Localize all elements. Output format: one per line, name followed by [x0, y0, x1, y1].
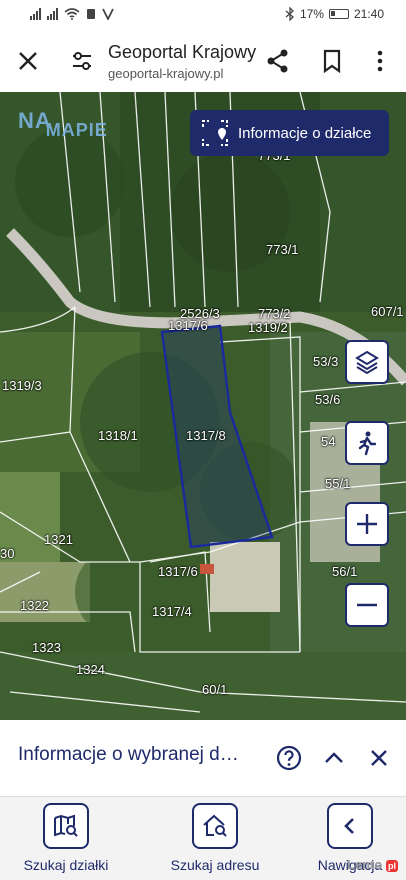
parcel-label: 1322 — [20, 598, 49, 613]
lento-watermark: Lento pl — [346, 857, 398, 872]
nav-search-parcel[interactable]: Szukaj działki — [1, 803, 131, 873]
site-settings-icon[interactable] — [68, 47, 96, 75]
parcel-label: 60/1 — [202, 682, 228, 697]
map-view[interactable]: NAMAPIE 773/1 773/1 607/1 2526/3 773/2 1… — [0, 92, 406, 720]
parcel-label: 1324 — [76, 662, 105, 677]
navigation-button[interactable] — [327, 803, 373, 849]
home-search-icon — [203, 814, 227, 837]
parcel-label: 1317/4 — [152, 604, 192, 619]
search-parcel-button[interactable] — [43, 803, 89, 849]
parcel-label: 773/1 — [266, 242, 299, 257]
parcel-label: 53/3 — [313, 354, 339, 369]
browser-toolbar: Geoportal Krajowy geoportal-krajowy.pl — [0, 30, 406, 92]
search-address-button[interactable] — [192, 803, 238, 849]
na-mapie-logo: NAMAPIE — [18, 108, 108, 140]
navigation-arrow-icon — [344, 818, 354, 834]
parcel-label: 1319/2 — [248, 320, 288, 335]
parcel-label: 1319/3 — [2, 378, 42, 393]
parcel-label: 1317/6 — [158, 564, 198, 579]
status-bar: 17% 21:40 — [0, 0, 406, 30]
sheet-title[interactable]: Informacje o wybranej działce — [18, 744, 248, 766]
sim-icon — [87, 9, 95, 19]
parcel-info-label: Informacje o działce — [238, 124, 372, 142]
plus-icon — [357, 514, 377, 534]
parcel-label: 55/1 — [325, 476, 351, 491]
nav-search-address[interactable]: Szukaj adresu — [150, 803, 280, 873]
parcel-info-button[interactable]: Informacje o działce — [190, 110, 389, 156]
street-view-button[interactable] — [345, 421, 389, 465]
bottom-navigation: Szukaj działki Szukaj adresu Nawigacja L… — [0, 796, 406, 880]
map-search-icon — [54, 814, 78, 837]
chevron-up-icon[interactable] — [320, 744, 348, 772]
parcel-label: 54 — [321, 434, 336, 449]
parcel-label: 56/1 — [332, 564, 358, 579]
satellite-map — [0, 92, 406, 720]
wifi-icon — [64, 8, 80, 20]
close-sheet-icon[interactable] — [365, 744, 393, 772]
parcel-label: 1317/6 — [168, 318, 208, 333]
battery-percent: 17% — [299, 7, 324, 21]
layers-button[interactable] — [345, 340, 389, 384]
layers-icon — [355, 350, 379, 375]
page-title: Geoportal Krajowy — [108, 42, 257, 62]
more-options-icon[interactable] — [366, 47, 394, 75]
help-icon[interactable] — [275, 744, 303, 772]
bluetooth-icon — [285, 7, 294, 21]
signal-icon-2 — [47, 8, 58, 20]
minus-icon — [357, 603, 377, 607]
signal-icon — [30, 8, 41, 20]
parcel-select-icon — [202, 120, 228, 146]
clock: 21:40 — [353, 7, 384, 21]
parcel-label: 1317/8 — [186, 428, 226, 443]
bookmark-icon[interactable] — [318, 47, 346, 75]
nav-label: Szukaj adresu — [170, 857, 260, 873]
parcel-label: 607/1 — [371, 304, 404, 319]
parcel-label: 1323 — [32, 640, 61, 655]
zoom-out-button[interactable] — [345, 583, 389, 627]
status-icons-left — [30, 8, 114, 20]
nav-label: Szukaj działki — [23, 857, 109, 873]
parcel-info-sheet: Informacje o wybranej działce — [0, 720, 406, 796]
notification-v-icon — [102, 8, 114, 20]
close-icon[interactable] — [14, 47, 42, 75]
parcel-label: 53/6 — [315, 392, 341, 407]
parcel-label: 1321 — [44, 532, 73, 547]
zoom-in-button[interactable] — [345, 502, 389, 546]
parcel-label: 773/2 — [258, 306, 291, 321]
parcel-label: 1318/1 — [98, 428, 138, 443]
page-url: geoportal-krajowy.pl — [108, 66, 224, 81]
battery-icon — [328, 9, 349, 19]
share-icon[interactable] — [264, 47, 292, 75]
status-icons-right: 17% 21:40 — [285, 7, 384, 21]
parcel-label: 30 — [0, 546, 15, 561]
pedestrian-icon — [358, 431, 377, 456]
